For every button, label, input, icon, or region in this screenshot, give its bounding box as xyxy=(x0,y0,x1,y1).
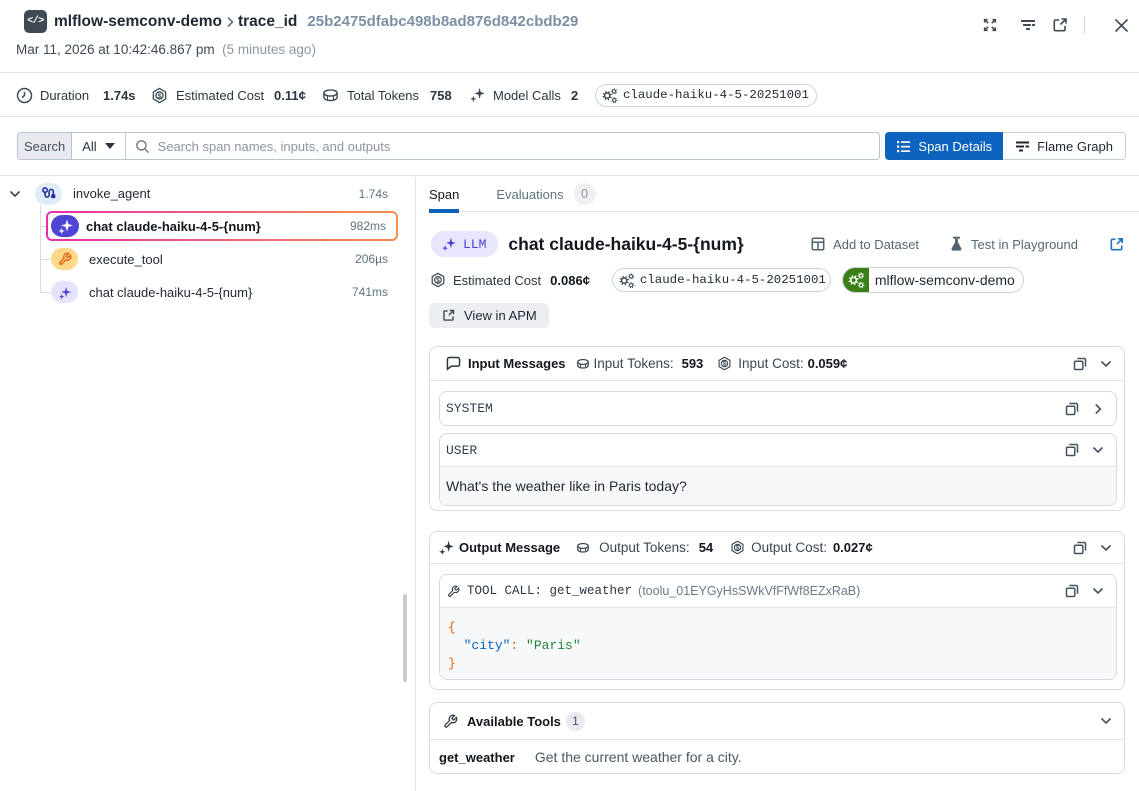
svg-text:$: $ xyxy=(158,92,162,99)
svg-text:$: $ xyxy=(436,277,440,284)
